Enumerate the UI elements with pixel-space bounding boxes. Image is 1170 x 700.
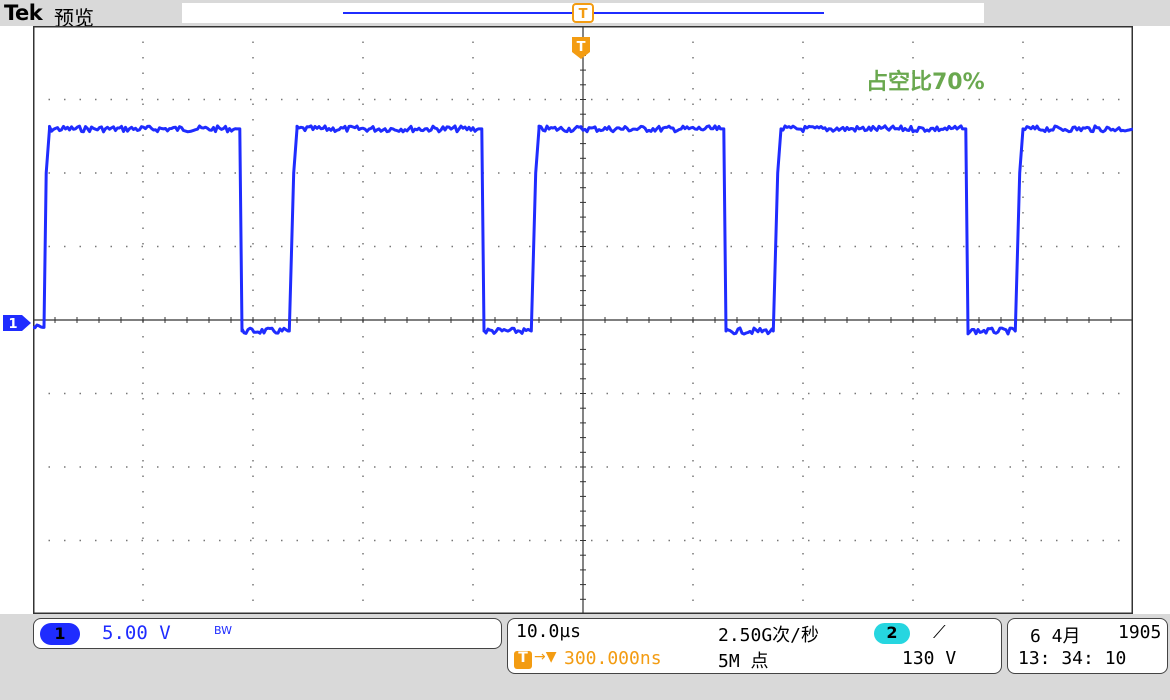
channel1-vertical-scale: 5.00 V (102, 622, 171, 644)
timebase-panel[interactable]: 10.0µs 2.50G次/秒 5M 点 T →▼ 300.000ns 2 ⟋ … (507, 618, 1002, 674)
rising-edge-icon: ⟋ (933, 622, 946, 643)
trigger-marker-label: T (577, 40, 586, 55)
waveform-plot (33, 26, 1133, 614)
clock-time: 13: 34: 10 (1018, 648, 1127, 669)
delay-arrow-icon: →▼ (534, 649, 557, 665)
date: 6 4月 (1030, 626, 1081, 647)
bandwidth-limit-indicator: BW (214, 624, 233, 637)
horizontal-scale: 10.0µs (516, 621, 582, 642)
duty-cycle-annotation: 占空比70% (866, 70, 985, 95)
svg-text:T: T (579, 7, 588, 22)
channel1-panel[interactable]: 1 5.00 V BW (33, 618, 502, 649)
trigger-delay-value: 300.000ns (564, 648, 662, 669)
trigger-level: 130 V (902, 648, 957, 669)
channel1-badge[interactable]: 1 (40, 623, 80, 645)
sample-rate: 2.50G次/秒 (718, 625, 820, 646)
trigger-delay-icon: T (514, 650, 532, 669)
year: 1905 (1118, 622, 1162, 643)
top-right-pad (984, 0, 1170, 26)
trigger-position-top-icon[interactable]: T (571, 2, 595, 24)
channel1-ground-marker[interactable]: 1 (2, 313, 32, 333)
channel1-marker-label: 1 (8, 317, 17, 332)
trigger-marker-icon[interactable]: T (571, 36, 591, 60)
brand-area: Tek 预览 (0, 0, 182, 30)
record-length: 5M 点 (718, 651, 769, 672)
trigger-source-badge[interactable]: 2 (874, 623, 910, 644)
brand-logo: Tek (4, 1, 43, 25)
datetime-panel: 6 4月 1905 13: 34: 10 (1007, 618, 1168, 674)
right-margin (1133, 26, 1170, 614)
waveform-display[interactable] (33, 26, 1133, 614)
